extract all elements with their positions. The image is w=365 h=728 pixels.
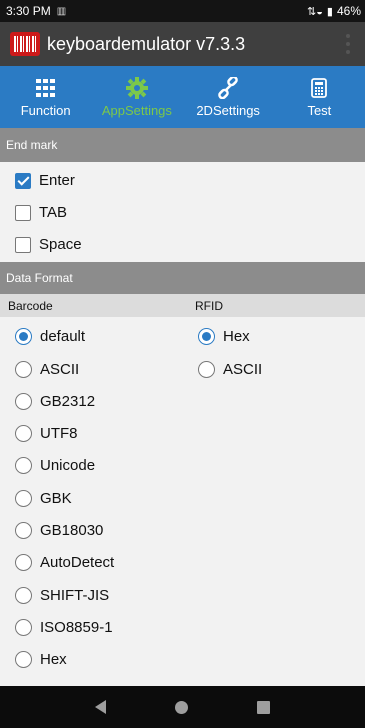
- radio-button[interactable]: [15, 393, 32, 410]
- radio-button[interactable]: [15, 587, 32, 604]
- data-format-header: Data Format: [0, 262, 365, 294]
- end-mark-header: End mark: [0, 128, 365, 162]
- tab-checkbox-row[interactable]: TAB: [15, 204, 67, 221]
- tab-function[interactable]: Function: [0, 66, 91, 128]
- barcode-option-shift-jis[interactable]: SHIFT-JIS: [15, 587, 109, 604]
- radio-button[interactable]: [15, 554, 32, 571]
- tab-bar: Function AppSettings 2DSettings Test: [0, 66, 365, 128]
- barcode-option-autodetect[interactable]: AutoDetect: [15, 554, 114, 571]
- tab-test[interactable]: Test: [274, 66, 365, 128]
- rfid-column-label: RFID: [195, 298, 223, 313]
- option-label: UTF8: [40, 425, 78, 442]
- radio-button[interactable]: [15, 457, 32, 474]
- rfid-option-ascii[interactable]: ASCII: [198, 361, 262, 378]
- barcode-option-iso8859-1[interactable]: ISO8859-1: [15, 619, 113, 636]
- enter-label: Enter: [39, 172, 75, 189]
- barcode-option-ascii[interactable]: ASCII: [15, 361, 79, 378]
- enter-checkbox[interactable]: [15, 172, 31, 189]
- status-time: 3:30 PM: [6, 4, 51, 18]
- battery-percent: 46%: [336, 4, 361, 18]
- barcode-app-icon: [10, 32, 40, 56]
- radio-button[interactable]: [15, 490, 32, 507]
- barcode-option-gbk[interactable]: GBK: [15, 490, 72, 507]
- option-label: ASCII: [40, 361, 80, 378]
- tab-test-label: Test: [307, 102, 332, 118]
- radio-button[interactable]: [198, 328, 215, 345]
- barcode-option-gb2312[interactable]: GB2312: [15, 393, 95, 410]
- enter-checkbox-row[interactable]: Enter: [15, 172, 75, 189]
- option-label: ASCII: [223, 361, 263, 378]
- tab-2dsettings-label: 2DSettings: [196, 102, 260, 118]
- calculator-icon: [311, 77, 328, 99]
- option-label: default: [40, 328, 86, 345]
- option-label: Hex: [40, 651, 67, 668]
- option-label: SHIFT-JIS: [40, 587, 110, 604]
- tab-appsettings[interactable]: AppSettings: [91, 66, 182, 128]
- battery-icon: ▮: [326, 5, 333, 18]
- tab-2dsettings[interactable]: 2DSettings: [183, 66, 274, 128]
- tab-label: TAB: [39, 204, 68, 221]
- overflow-menu-icon[interactable]: [339, 32, 357, 56]
- option-label: GB2312: [40, 393, 96, 410]
- option-label: Hex: [223, 328, 250, 345]
- back-icon[interactable]: [94, 700, 106, 714]
- app-bar: keyboardemulator v7.3.3: [0, 22, 365, 66]
- rfid-option-hex[interactable]: Hex: [198, 328, 250, 345]
- space-label: Space: [39, 236, 82, 253]
- link-icon: [217, 76, 239, 99]
- option-label: GBK: [40, 490, 72, 507]
- home-icon[interactable]: [174, 700, 188, 714]
- radio-button[interactable]: [15, 651, 32, 668]
- option-label: ISO8859-1: [40, 619, 113, 636]
- format-column-headers: Barcode RFID: [0, 294, 365, 317]
- wifi-icon: ⇅◒: [307, 5, 323, 18]
- barcode-option-unicode[interactable]: Unicode: [15, 457, 95, 474]
- radio-button[interactable]: [15, 361, 32, 378]
- option-label: Unicode: [40, 457, 96, 474]
- barcode-option-utf8[interactable]: UTF8: [15, 425, 78, 442]
- space-checkbox[interactable]: [15, 236, 31, 253]
- barcode-option-default[interactable]: default: [15, 328, 85, 345]
- radio-button[interactable]: [15, 328, 32, 345]
- tab-appsettings-label: AppSettings: [101, 102, 172, 118]
- barcode-notification-icon: ▥: [56, 5, 67, 17]
- barcode-option-gb18030[interactable]: GB18030: [15, 522, 103, 539]
- barcode-column-label: Barcode: [8, 298, 53, 313]
- navigation-bar: [0, 686, 365, 728]
- space-checkbox-row[interactable]: Space: [15, 236, 82, 253]
- recent-apps-icon[interactable]: [257, 700, 271, 714]
- app-title: keyboardemulator v7.3.3: [47, 33, 246, 54]
- option-label: AutoDetect: [40, 554, 115, 571]
- radio-button[interactable]: [15, 619, 32, 636]
- radio-button[interactable]: [198, 361, 215, 378]
- grid-icon: [35, 77, 56, 99]
- gear-icon: [125, 76, 148, 99]
- radio-button[interactable]: [15, 522, 32, 539]
- tab-checkbox[interactable]: [15, 204, 31, 221]
- status-bar: 3:30 PM ▥ ⇅◒ ▮ 46%: [0, 0, 365, 22]
- barcode-option-hex[interactable]: Hex: [15, 651, 67, 668]
- radio-button[interactable]: [15, 425, 32, 442]
- tab-function-label: Function: [20, 102, 71, 118]
- status-right: ⇅◒ ▮ 46%: [307, 4, 361, 18]
- option-label: GB18030: [40, 522, 104, 539]
